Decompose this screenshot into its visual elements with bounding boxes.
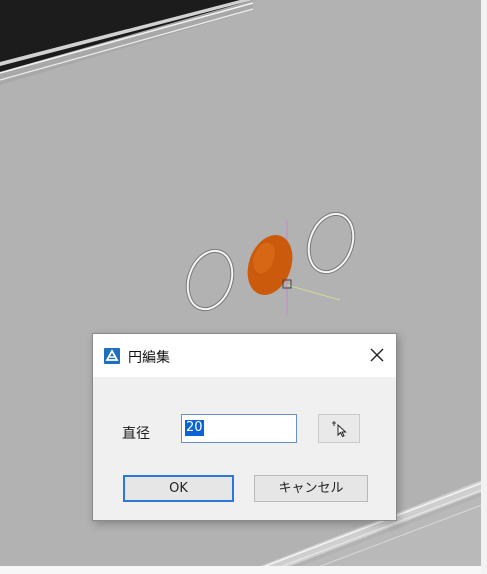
pick-button[interactable] [318, 414, 360, 443]
dialog-titlebar[interactable]: 円編集 [93, 334, 396, 377]
close-icon [370, 348, 384, 362]
cancel-button[interactable]: キャンセル [254, 475, 368, 502]
close-button[interactable] [364, 343, 390, 367]
diameter-input[interactable]: 20 [181, 414, 297, 443]
pick-point-cursor-icon [332, 421, 347, 438]
app-logo-icon [104, 348, 120, 364]
diameter-label: 直径 [122, 426, 150, 442]
ok-button[interactable]: OK [123, 475, 234, 502]
dialog-title: 円編集 [128, 350, 170, 366]
circle-edit-dialog: 円編集 直径 20 OK キャンセル [92, 333, 397, 521]
diameter-value: 20 [185, 420, 204, 436]
